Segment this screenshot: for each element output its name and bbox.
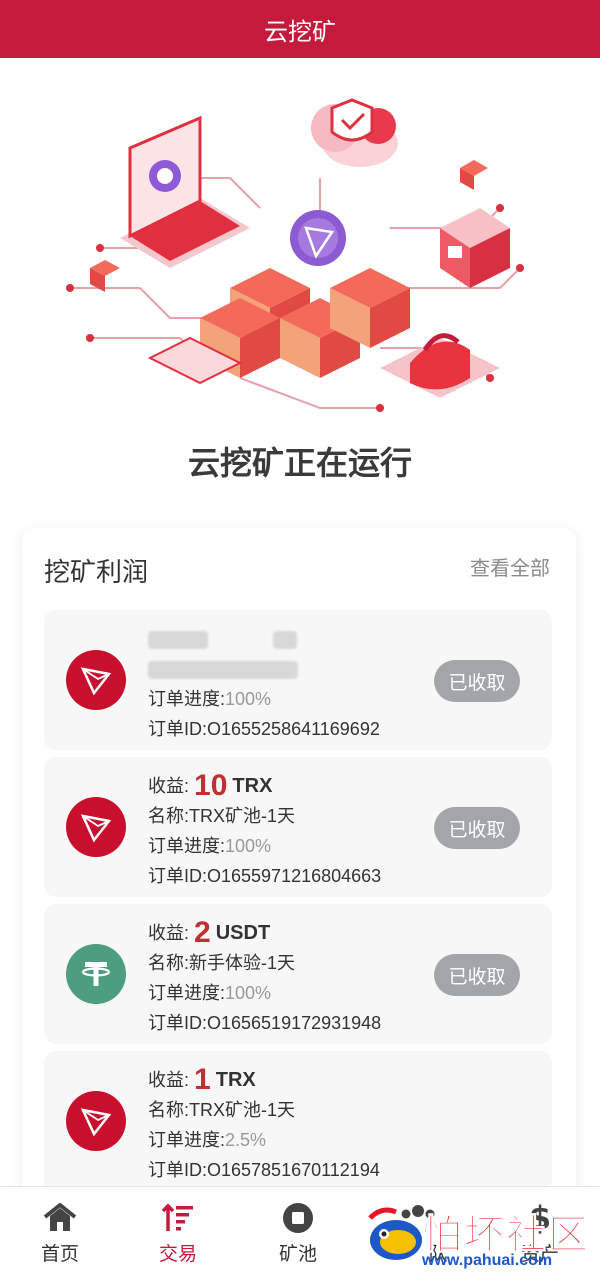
- trx-icon: [66, 797, 126, 857]
- order-info: 收益: 1 TRX 名称:TRX矿池-1天 订单进度:2.5% 订单ID:O16…: [148, 1065, 438, 1185]
- collected-button[interactable]: 已收取: [434, 954, 520, 996]
- profit-line: 收益: 10 TRX: [148, 769, 273, 802]
- view-all-link[interactable]: 查看全部: [470, 552, 550, 581]
- cloud-mining-illustration: [66, 98, 524, 412]
- profit-line: 收益: 2 USDT: [148, 916, 271, 949]
- watermark: 怕坏社区 www.pahuai.com: [360, 1198, 600, 1276]
- home-icon: [42, 1201, 78, 1235]
- order-id: 订单ID:O1655258641169692: [148, 719, 380, 739]
- hero-banner: 云挖矿正在运行: [0, 58, 600, 508]
- pool-name: 名称:新手体验-1天: [148, 953, 296, 973]
- collected-button[interactable]: 已收取: [434, 660, 520, 702]
- order-id: 订单ID:O1655971216804663: [148, 866, 382, 886]
- order-id: 订单ID:O1656519172931948: [148, 1013, 382, 1033]
- stop-icon: [281, 1201, 315, 1235]
- sort-icon: [161, 1201, 195, 1235]
- card-title: 挖矿利润: [44, 557, 149, 587]
- tab-home[interactable]: 首页: [0, 1187, 120, 1279]
- list-item[interactable]: 收益: 2 USDT 名称:新手体验-1天 订单进度:100% 订单ID:O16…: [44, 904, 552, 1044]
- progress-line: 订单进度:100%: [148, 983, 272, 1003]
- app-header: 云挖矿: [0, 0, 600, 58]
- profit-line-obscured: [148, 624, 438, 654]
- header-title: 云挖矿: [264, 18, 336, 46]
- profit-line: 收益: 1 TRX: [148, 1063, 256, 1096]
- hero-title: 云挖矿正在运行: [187, 445, 412, 481]
- fish-logo: [368, 1207, 422, 1260]
- list-item[interactable]: 收益: 10 TRX 名称:TRX矿池-1天 订单进度:100% 订单ID:O1…: [44, 757, 552, 897]
- tab-pool[interactable]: 矿池: [238, 1187, 358, 1279]
- pool-name: 名称:TRX矿池-1天: [148, 1100, 296, 1120]
- collected-button[interactable]: 已收取: [434, 807, 520, 849]
- profit-list: 订单进度:100% 订单ID:O1655258641169692 已收取 收益:…: [44, 610, 552, 1198]
- order-info: 收益: 2 USDT 名称:新手体验-1天 订单进度:100% 订单ID:O16…: [148, 918, 438, 1038]
- progress-line: 订单进度:2.5%: [148, 1130, 267, 1150]
- order-id: 订单ID:O1657851670112194: [148, 1160, 380, 1180]
- order-info: 订单进度:100% 订单ID:O1655258641169692: [148, 624, 438, 744]
- tab-label: 矿池: [278, 1244, 317, 1265]
- tab-label: 首页: [40, 1244, 79, 1265]
- pool-name: 名称:TRX矿池-1天: [148, 806, 296, 826]
- card-header: 挖矿利润 查看全部: [22, 528, 576, 608]
- list-item[interactable]: 收益: 1 TRX 名称:TRX矿池-1天 订单进度:2.5% 订单ID:O16…: [44, 1051, 552, 1191]
- order-info: 收益: 10 TRX 名称:TRX矿池-1天 订单进度:100% 订单ID:O1…: [148, 771, 438, 891]
- tab-label: 交易: [158, 1244, 197, 1265]
- watermark-url: www.pahuai.com: [422, 1252, 553, 1269]
- trx-icon: [66, 1091, 126, 1151]
- trx-icon: [66, 650, 126, 710]
- tab-trade[interactable]: 交易: [118, 1187, 238, 1279]
- progress-line: 订单进度:100%: [148, 836, 272, 856]
- list-item[interactable]: 订单进度:100% 订单ID:O1655258641169692 已收取: [44, 610, 552, 750]
- mining-profit-card: 挖矿利润 查看全部 订单进度:100% 订单ID:O16552586411696…: [22, 528, 576, 1228]
- usdt-icon: [66, 944, 126, 1004]
- progress-line: 订单进度:100%: [148, 689, 272, 709]
- name-line-obscured: [148, 654, 438, 684]
